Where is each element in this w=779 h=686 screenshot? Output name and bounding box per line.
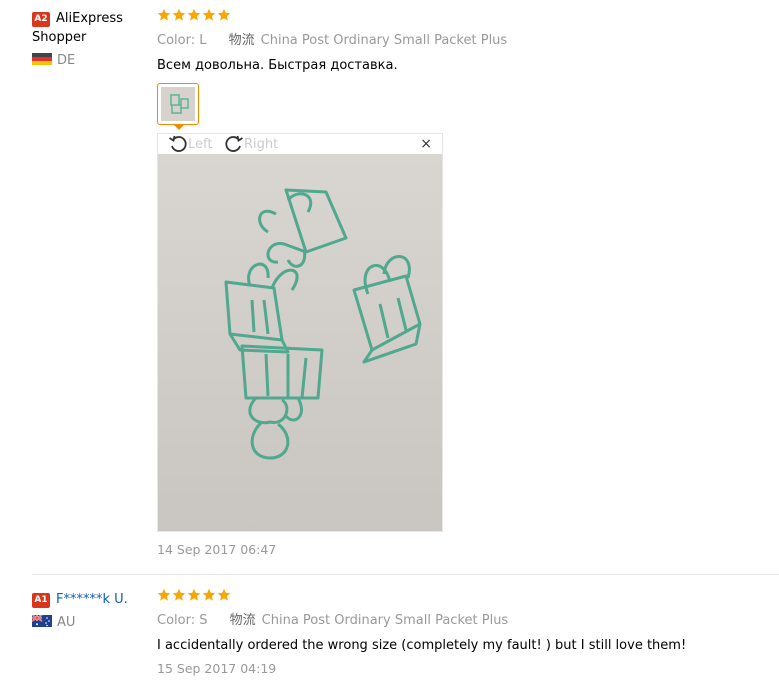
review-photo-thumbnail[interactable] — [157, 83, 199, 125]
rotate-left-label: Left — [188, 136, 213, 152]
germany-flag-icon — [32, 53, 52, 65]
logistics-label: 物流 — [228, 33, 255, 48]
color-value: L — [199, 33, 207, 48]
rotate-left-icon — [169, 135, 187, 152]
star-icon — [187, 8, 201, 21]
thumbnail-caret — [173, 124, 185, 130]
color-value: S — [199, 613, 208, 628]
review-meta: Color: S 物流 China Post Ordinary Small Pac… — [157, 612, 772, 630]
review-text: I accidentally ordered the wrong size (c… — [157, 638, 687, 653]
color-label: Color: — [157, 613, 196, 628]
review-item: A1 F******k U. AU Color: S 物流 China Post… — [0, 576, 779, 686]
country-code: AU — [57, 615, 76, 630]
star-rating — [157, 8, 772, 26]
star-icon — [202, 8, 216, 21]
close-viewer-button[interactable]: × — [420, 137, 432, 151]
australia-flag-icon — [32, 615, 52, 627]
rotate-left-button[interactable]: Left — [168, 135, 212, 153]
star-icon — [172, 588, 186, 601]
binder-clip-thumb-icon — [161, 87, 195, 121]
star-icon — [172, 8, 186, 21]
color-label: Color: — [157, 33, 196, 48]
reviewer-name-link[interactable]: F******k U. — [56, 592, 128, 607]
logistics-value: China Post Ordinary Small Packet Plus — [260, 33, 508, 48]
thumbnail-image — [161, 87, 195, 121]
country-code: DE — [57, 53, 76, 68]
photo-viewer: Left Right × — [157, 133, 443, 532]
rotate-right-button[interactable]: Right — [224, 135, 278, 153]
logistics-label: 物流 — [229, 613, 256, 628]
star-icon — [187, 588, 201, 601]
review-divider — [32, 574, 779, 575]
star-rating — [157, 588, 772, 606]
reviewer-info: A1 F******k U. AU — [32, 590, 147, 631]
rotate-right-icon — [225, 135, 243, 152]
review-content: Color: L 物流 China Post Ordinary Small Pac… — [157, 8, 772, 75]
review-date: 15 Sep 2017 04:19 — [157, 661, 277, 676]
star-icon — [217, 588, 231, 601]
star-icon — [217, 8, 231, 21]
photo-viewer-toolbar: Left Right × — [158, 134, 442, 154]
star-icon — [157, 8, 171, 21]
reviewer-country: DE — [32, 53, 147, 69]
star-icon — [202, 588, 216, 601]
review-photo — [158, 154, 442, 531]
buyer-level-badge: A1 — [32, 593, 50, 608]
review-meta: Color: L 物流 China Post Ordinary Small Pac… — [157, 32, 772, 50]
review-content: Color: S 物流 China Post Ordinary Small Pac… — [157, 588, 772, 677]
logistics-value: China Post Ordinary Small Packet Plus — [261, 613, 509, 628]
reviewer-country: AU — [32, 615, 147, 631]
star-icon — [157, 588, 171, 601]
reviewer-info: A2 AliExpress Shopper DE — [32, 9, 147, 69]
review-item: A2 AliExpress Shopper DE Color: L 物流 China… — [0, 0, 779, 575]
rotate-right-label: Right — [244, 136, 279, 152]
review-date: 14 Sep 2017 06:47 — [157, 542, 277, 557]
buyer-level-badge: A2 — [32, 12, 50, 27]
review-text: Всем довольна. Быстрая доставка. — [157, 58, 398, 73]
